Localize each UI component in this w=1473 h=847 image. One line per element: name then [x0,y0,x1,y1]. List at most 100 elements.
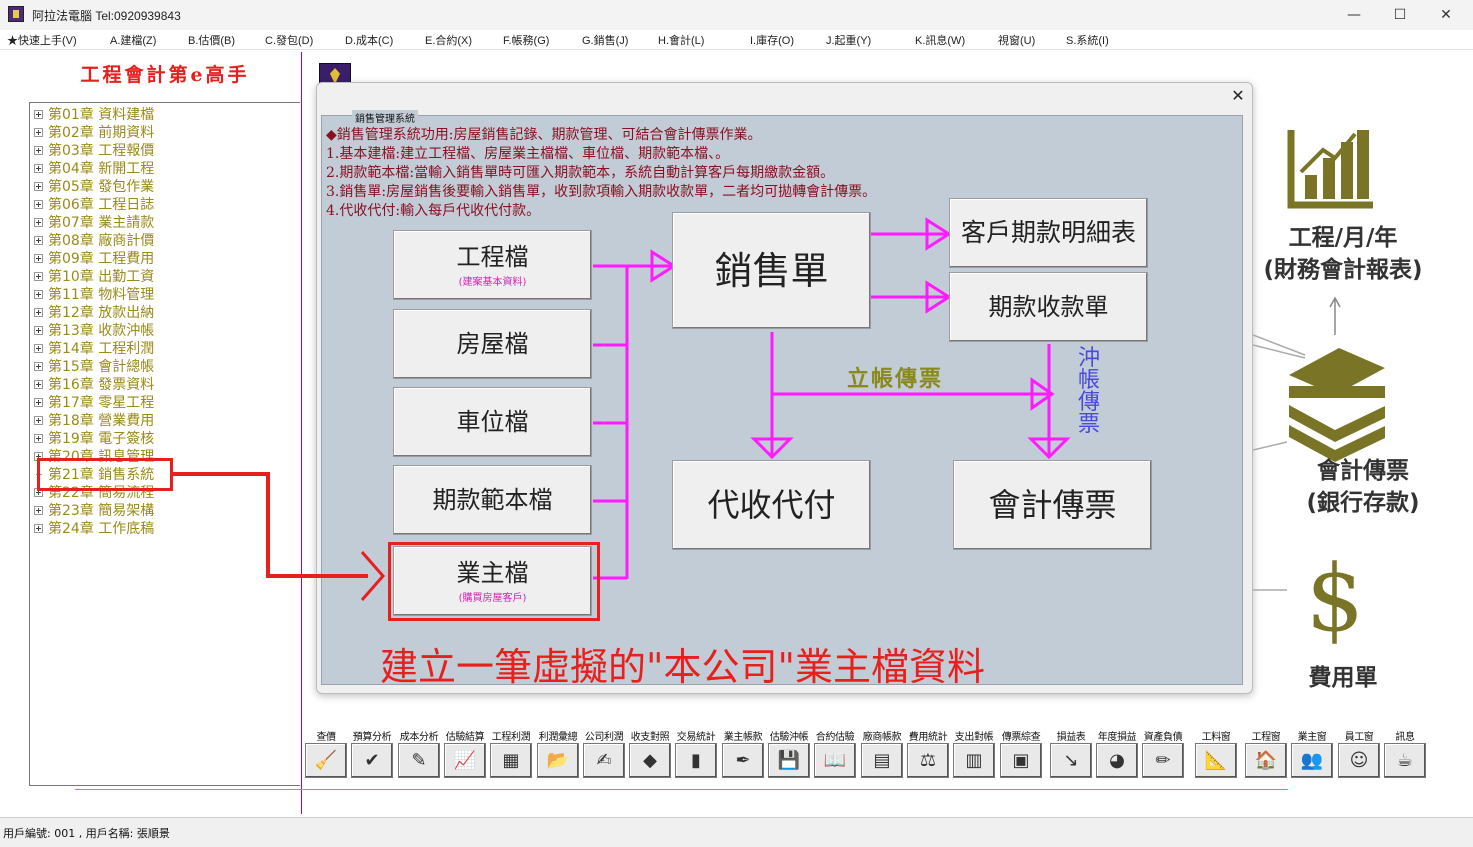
toolbar-button[interactable]: ▣ [1000,743,1042,778]
arrow-icon: ↘ [1063,750,1079,771]
toolbar-item: 資產負債 ✏ [1140,728,1186,780]
toolbar-button[interactable]: ☺ [1338,743,1380,778]
toolbar-item: 訊息 ☕ [1382,728,1428,780]
pie-icon: ◕ [1109,750,1125,771]
toolbar-item: 業主窗 👥 [1289,728,1335,780]
voucher-label-line1: 會計傳票 [1317,458,1409,484]
toolbar-item: 成本分析 ✎ [396,728,442,780]
toolbar-button[interactable]: ▤ [861,743,903,778]
toolbar-label: 業主窗 [1297,732,1327,743]
toolbar-button[interactable]: 💾 [768,743,810,778]
people-icon: 👥 [1300,750,1324,771]
toolbar-item: 估驗結算 📈 [442,728,488,780]
compass-icon: ⚖ [919,750,937,771]
toolbar-label: 查價 [316,732,336,743]
toolbar-label: 訊息 [1395,732,1415,743]
toolbar-label: 合約估驗 [815,732,855,743]
report-label-line1: 工程/月/年 [1288,225,1398,251]
toolbar-button[interactable]: ✒ [722,743,764,778]
write-icon: ✒ [735,750,751,771]
graph-icon: 📈 [453,750,477,771]
expense-label: 費用單 [1308,665,1378,691]
toolbar-label: 成本分析 [399,732,439,743]
pen-icon: ✍ [596,750,612,771]
voucher-label-line2: (銀行存款) [1306,490,1420,516]
toolbar-label: 工程窗 [1251,732,1281,743]
toolbar-label: 業主帳款 [723,732,763,743]
toolbar-button[interactable]: 📐 [1195,743,1237,778]
toolbar-item: 交易統計 ▮ [673,728,719,780]
toolbar-item: 員工窗 ☺ [1336,728,1382,780]
toolbar-label: 工程利潤 [491,732,531,743]
toolbar-button[interactable]: ◕ [1096,743,1138,778]
toolbar-label: 損益表 [1056,732,1086,743]
toolbar-item: 年度損益 ◕ [1094,728,1140,780]
toolbar-item: 工料窗 📐 [1193,728,1239,780]
toolbar-item: 業主帳款 ✒ [720,728,766,780]
house-icon: 🏠 [1254,750,1278,771]
voucher-label: 會計傳票 (銀行存款) [1273,455,1453,519]
ruler-icon: 📐 [1204,750,1228,771]
toolbar-button[interactable]: ✎ [398,743,440,778]
eraser-icon: ◆ [643,750,657,771]
toolbar-label: 估驗結算 [445,732,485,743]
checklist-icon: ✔ [364,750,380,771]
toolbar-button[interactable]: ☕ [1384,743,1426,778]
toolbar-item: 公司利潤 ✍ [581,728,627,780]
toolbar-button[interactable]: ◆ [629,743,671,778]
toolbar-button[interactable]: 📖 [814,743,856,778]
toolbar-item: 合約估驗 📖 [812,728,858,780]
status-text: 用戶編號: 001 , 用戶名稱: 張順景 [3,827,170,840]
toolbar-item: 傳票綜查 ▣ [998,728,1044,780]
report-label-line2: (財務會計報表) [1263,257,1423,283]
toolbar-label: 預算分析 [352,732,392,743]
folder-icon: 📂 [546,750,570,771]
toolbar-label: 收支對照 [630,732,670,743]
chart-icon: ✎ [411,750,427,771]
up-arrow-icon [1329,296,1341,335]
toolbar-label: 利潤彙總 [538,732,578,743]
cube-icon: ▣ [1012,750,1030,771]
toolbar-button[interactable]: ▮ [675,743,717,778]
status-bar: 用戶編號: 001 , 用戶名稱: 張順景 [0,817,1473,847]
toolbar-button[interactable]: 📂 [537,743,579,778]
toolbar-item: 預算分析 ✔ [349,728,395,780]
toolbar-button[interactable]: 👥 [1291,743,1333,778]
toolbar-item: 支出對帳 ▥ [951,728,997,780]
app-window: 阿拉法電腦 Tel:0920939843 — ☐ ✕ ★快速上手(V) A.建檔… [0,0,1473,847]
toolbar-button[interactable]: ✏ [1142,743,1184,778]
toolbar-item: 收支對照 ◆ [627,728,673,780]
toolbar-button[interactable]: ▥ [953,743,995,778]
toolbar-button[interactable]: ↘ [1050,743,1092,778]
toolbar-button[interactable]: 🏠 [1245,743,1287,778]
toolbar-item: 費用統計 ⚖ [905,728,951,780]
books-icon [1289,348,1385,462]
toolbar-button[interactable]: ✍ [583,743,625,778]
toolbar-button[interactable]: ✔ [351,743,393,778]
toolbar-label: 費用統計 [908,732,948,743]
toolbar-label: 廠商帳款 [862,732,902,743]
toolbar-label: 估驗沖帳 [769,732,809,743]
bottom-toolbar: 查價 🧹 預算分析 ✔ 成本分析 ✎ 估驗結算 📈 工程利潤 ▦ 利潤彙總 📂 公司利潤 ✍ 收支對照 ◆ 交易… [303,728,1426,780]
toolbar-button[interactable]: ⚖ [907,743,949,778]
scanner-icon: ▤ [873,750,891,771]
toolbar-label: 資產負債 [1143,732,1183,743]
toolbar-item: 損益表 ↘ [1048,728,1094,780]
toolbar-button[interactable]: 📈 [444,743,486,778]
toolbar-button[interactable]: 🧹 [305,743,347,778]
toolbar-button[interactable]: ▦ [490,743,532,778]
toolbar-label: 公司利潤 [584,732,624,743]
toolbar-label: 工料窗 [1201,732,1231,743]
toolbar-item: 工程利潤 ▦ [488,728,534,780]
report-label: 工程/月/年 (財務會計報表) [1253,222,1433,286]
broom-icon: 🧹 [314,750,338,771]
right-overview: $ 工程/月/年 (財務會計報表) 會計傳票 (銀行存款) 費用單 [1253,90,1473,790]
toolbar-item: 工程窗 🏠 [1243,728,1289,780]
notebook-icon: ✏ [1155,750,1171,771]
dollar-icon: $ [1306,545,1365,652]
calc-icon: ▦ [502,750,520,771]
cup-icon: ☕ [1396,750,1414,771]
toolbar-item: 利潤彙總 📂 [535,728,581,780]
toolbar-label: 傳票綜查 [1001,732,1041,743]
toolbar-label: 交易統計 [676,732,716,743]
